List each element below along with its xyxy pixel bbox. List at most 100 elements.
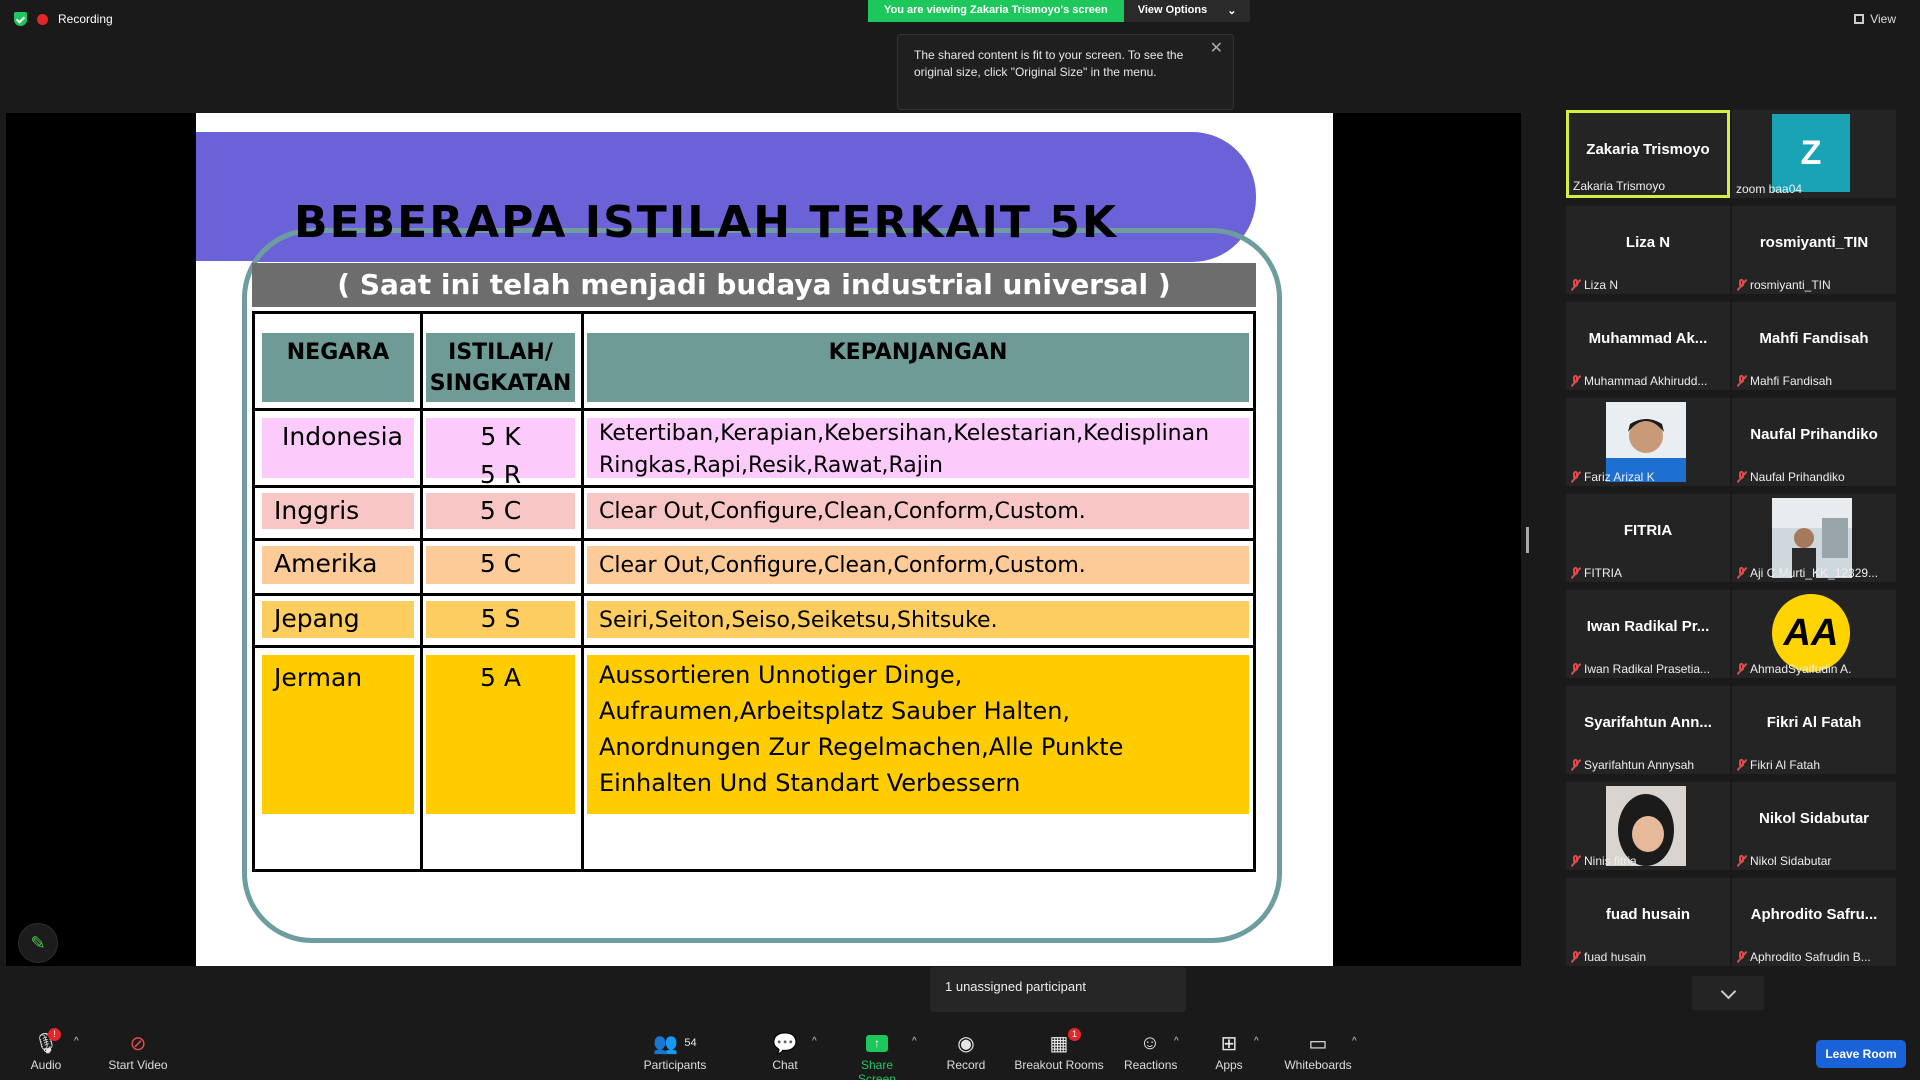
recording-label: Recording bbox=[58, 12, 113, 26]
unassigned-participant-notice[interactable]: 1 unassigned participant bbox=[930, 967, 1186, 1012]
participant-tile[interactable]: Fariz Arizal K bbox=[1566, 398, 1730, 486]
participant-label: Liza N bbox=[1570, 278, 1618, 292]
audio-button[interactable]: 🎙! Audio bbox=[28, 1028, 64, 1072]
participant-name: Liza N bbox=[1625, 234, 1671, 251]
share-screen-button[interactable]: ↑ Share Screen bbox=[842, 1032, 912, 1080]
view-button[interactable]: View bbox=[1854, 12, 1896, 26]
participant-tile[interactable]: Muhammad Ak... Muhammad Akhirudd... bbox=[1566, 302, 1730, 390]
participant-name: Naufal Prihandiko bbox=[1750, 426, 1878, 443]
participant-label: Naufal Prihandiko bbox=[1736, 470, 1845, 484]
participant-label-text: rosmiyanti_TIN bbox=[1750, 278, 1831, 292]
participant-name: Nikol Sidabutar bbox=[1758, 810, 1870, 827]
participant-tile[interactable]: Ninis fitria bbox=[1566, 782, 1730, 870]
istilah-cell: 5 A bbox=[426, 655, 575, 814]
participants-icon: 👥 54 bbox=[653, 1032, 697, 1055]
muted-microphone-icon bbox=[1570, 759, 1580, 771]
apps-caret-icon[interactable]: ^ bbox=[1254, 1036, 1259, 1047]
breakout-rooms-icon: ▦ 1 bbox=[1014, 1028, 1104, 1055]
participant-tile[interactable]: Fikri Al Fatah Fikri Al Fatah bbox=[1732, 686, 1896, 774]
viewing-banner: You are viewing Zakaria Trismoyo's scree… bbox=[868, 0, 1251, 22]
whiteboards-caret-icon[interactable]: ^ bbox=[1352, 1036, 1357, 1047]
security-shield-icon[interactable] bbox=[14, 12, 27, 26]
scroll-down-chevron-icon[interactable] bbox=[1692, 976, 1764, 1010]
apps-button[interactable]: ⊞ Apps bbox=[1214, 1032, 1244, 1073]
participant-tile[interactable]: Aphrodito Safru... Aphrodito Safrudin B..… bbox=[1732, 878, 1896, 966]
participant-label: rosmiyanti_TIN bbox=[1736, 278, 1831, 292]
participant-label: Aji C.Murti_KK_12329... bbox=[1736, 566, 1878, 580]
leave-room-button[interactable]: Leave Room bbox=[1816, 1040, 1906, 1068]
share-options-caret-icon[interactable]: ^ bbox=[912, 1036, 917, 1047]
participants-button[interactable]: 👥 54 Participants bbox=[640, 1032, 710, 1073]
annotate-pencil-icon[interactable]: ✎ bbox=[18, 923, 58, 963]
istilah-cell: 5 K 5 R bbox=[426, 418, 575, 489]
header-negara: NEGARA bbox=[262, 333, 414, 402]
participant-tile[interactable]: Zzoom baa04 bbox=[1732, 110, 1896, 198]
participant-label-text: Naufal Prihandiko bbox=[1750, 470, 1845, 484]
participant-tile[interactable]: rosmiyanti_TIN rosmiyanti_TIN bbox=[1732, 206, 1896, 294]
participant-label-text: Nikol Sidabutar bbox=[1750, 854, 1832, 868]
whiteboards-button[interactable]: ▭ Whiteboards bbox=[1284, 1032, 1352, 1073]
participant-tile[interactable]: AA AhmadSyaifudin A. bbox=[1732, 590, 1896, 678]
column-divider bbox=[420, 314, 423, 869]
row-divider bbox=[255, 485, 1253, 488]
muted-microphone-icon bbox=[1570, 279, 1580, 291]
participant-label: Nikol Sidabutar bbox=[1736, 854, 1831, 868]
participant-tile[interactable]: Nikol Sidabutar Nikol Sidabutar bbox=[1732, 782, 1896, 870]
row-divider bbox=[255, 645, 1253, 648]
reactions-label: Reactions bbox=[1124, 1058, 1178, 1072]
view-options-button[interactable]: View Options ⌄ bbox=[1123, 0, 1251, 22]
negara-cell: Jepang bbox=[262, 601, 414, 638]
kepanjangan-cell: Seiri,Seiton,Seiso,Seiketsu,Shitsuke. bbox=[587, 601, 1249, 638]
reactions-button[interactable]: ☺ Reactions bbox=[1124, 1031, 1178, 1073]
whiteboards-label: Whiteboards bbox=[1284, 1058, 1352, 1072]
audio-options-caret-icon[interactable]: ^ bbox=[74, 1036, 79, 1047]
participant-tile[interactable]: Liza N Liza N bbox=[1566, 206, 1730, 294]
participant-tile[interactable]: Iwan Radikal Pr... Iwan Radikal Prasetia.… bbox=[1566, 590, 1730, 678]
participant-tile[interactable]: fuad husain fuad husain bbox=[1566, 878, 1730, 966]
row-divider bbox=[255, 408, 1253, 411]
participant-name: Syarifahtun Ann... bbox=[1584, 714, 1712, 731]
chat-options-caret-icon[interactable]: ^ bbox=[812, 1036, 817, 1047]
istilah-text: 5 R bbox=[479, 460, 522, 489]
start-video-button[interactable]: ⊘ Start Video bbox=[106, 1032, 170, 1073]
chat-button[interactable]: 💬 Chat bbox=[770, 1032, 800, 1073]
meeting-toolbar: 🎙! Audio ^ ⊘ Start Video 👥 54 Participant… bbox=[0, 1020, 1920, 1080]
banner-accent-line bbox=[196, 261, 256, 265]
reactions-caret-icon[interactable]: ^ bbox=[1174, 1036, 1179, 1047]
row-divider bbox=[255, 538, 1253, 541]
viewing-screen-label: You are viewing Zakaria Trismoyo's scree… bbox=[868, 0, 1124, 22]
kepanjangan-text: Aussortieren Unnotiger Dinge, bbox=[599, 661, 963, 689]
participant-tile[interactable]: Naufal Prihandiko Naufal Prihandiko bbox=[1732, 398, 1896, 486]
participant-tile[interactable]: Aji C.Murti_KK_12329... bbox=[1732, 494, 1896, 582]
reactions-smiley-icon: ☺ bbox=[1139, 1031, 1161, 1054]
muted-microphone-icon bbox=[1736, 759, 1746, 771]
muted-microphone-icon bbox=[1570, 951, 1580, 963]
muted-microphone-icon bbox=[1570, 375, 1580, 387]
apps-icon: ⊞ bbox=[1220, 1032, 1238, 1055]
breakout-rooms-button[interactable]: ▦ 1 Breakout Rooms bbox=[1014, 1028, 1104, 1072]
kepanjangan-text: Einhalten Und Standart Verbessern bbox=[599, 769, 1021, 797]
avatar: AA bbox=[1772, 594, 1850, 672]
participant-name: Muhammad Ak... bbox=[1588, 330, 1708, 347]
column-divider bbox=[581, 314, 584, 869]
muted-microphone-icon bbox=[1736, 279, 1746, 291]
grid-view-icon bbox=[1854, 14, 1865, 24]
zoom-window: { "top": { "recording": "Recording", "vi… bbox=[0, 0, 1920, 1080]
istilah-cell: 5 S bbox=[426, 601, 575, 638]
recording-indicator[interactable]: Recording bbox=[14, 12, 113, 26]
muted-microphone-icon bbox=[1736, 471, 1746, 483]
participant-tile[interactable]: Syarifahtun Ann... Syarifahtun Annysah bbox=[1566, 686, 1730, 774]
presentation-slide: BEBERAPA ISTILAH TERKAIT 5K ( Saat ini t… bbox=[196, 113, 1333, 966]
header-kepanjangan: KEPANJANGAN bbox=[587, 333, 1249, 402]
close-icon[interactable]: ✕ bbox=[1210, 40, 1223, 57]
participant-label-text: Muhammad Akhirudd... bbox=[1584, 374, 1708, 388]
participant-tile[interactable]: Mahfi Fandisah Mahfi Fandisah bbox=[1732, 302, 1896, 390]
participant-tile[interactable]: Zakaria Trismoyo Zakaria Trismoyo bbox=[1566, 110, 1730, 198]
participant-tile[interactable]: FITRIA FITRIA bbox=[1566, 494, 1730, 582]
kepanjangan-text: Anordnungen Zur Regelmachen,Alle Punkte bbox=[599, 733, 1124, 761]
istilah-cell: 5 C bbox=[426, 493, 575, 529]
recording-dot-icon bbox=[37, 13, 48, 25]
panel-resize-handle[interactable] bbox=[1526, 527, 1529, 553]
participant-label: Mahfi Fandisah bbox=[1736, 374, 1832, 388]
record-button[interactable]: ◉ Record bbox=[946, 1032, 986, 1073]
